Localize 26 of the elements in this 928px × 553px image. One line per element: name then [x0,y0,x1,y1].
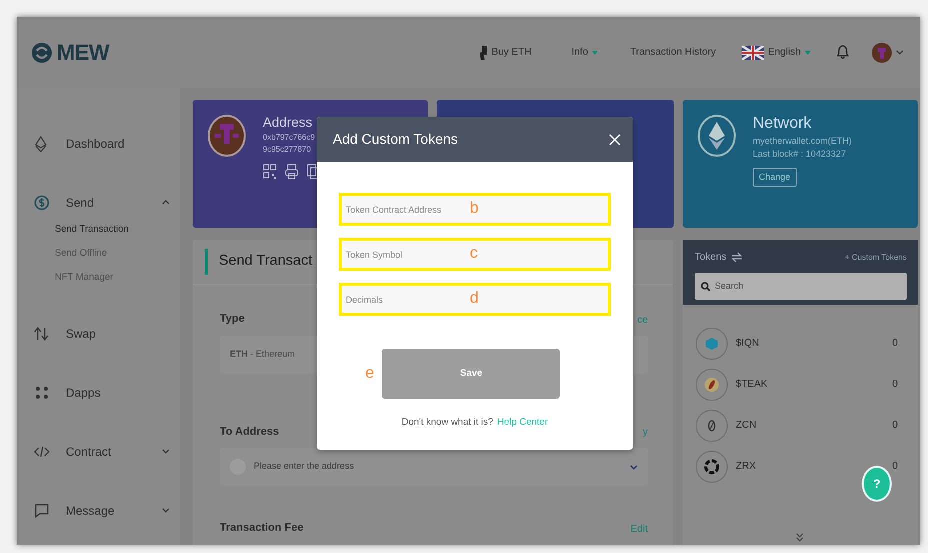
token-balance: 0 [892,337,898,351]
token-balance: 0 [892,460,898,474]
token-symbol: ZCN [736,419,757,433]
annotation-letter: b [470,201,479,217]
logo-text: MEW [57,39,110,67]
field-label: To Address [220,424,280,440]
help-text: Don't know what it is? [402,416,494,430]
panel-title: Send Transact [219,252,312,272]
panel-title: Tokens [695,251,727,265]
annotation-letter: e [366,366,374,382]
token-balance: 0 [892,378,898,392]
field-label: Transaction Fee [220,521,304,536]
card-title: Network [753,114,813,134]
token-balance: 0 [892,419,898,433]
token-symbol: ZRX [736,460,756,474]
annotation-letter: c [470,246,478,262]
network-info: Last block# : 10423327 [753,148,848,162]
network-info: myetherwallet.com(ETH) [753,134,852,148]
token-symbol: $IQN [736,337,760,351]
token-symbol: $TEAK [736,378,768,392]
address-text: 0xb797c766c9 [263,132,316,144]
card-title: Address [263,114,314,132]
modal-title: Add Custom Tokens [333,130,458,149]
field-label: Type [220,312,245,327]
annotation-letter: d [470,291,479,307]
address-text: 9c95c277870 [263,144,312,156]
